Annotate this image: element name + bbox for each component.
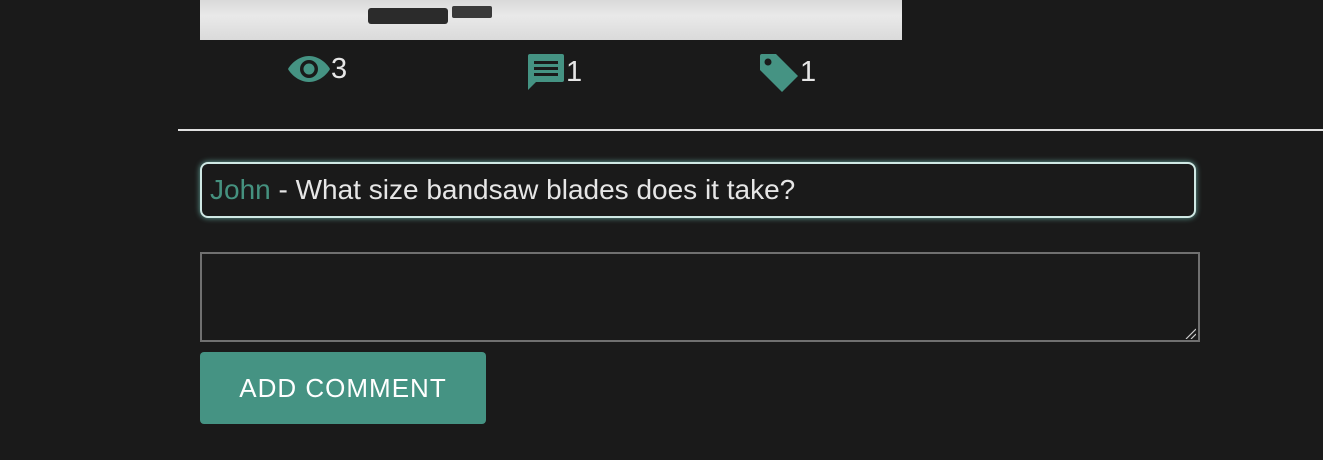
comments-count: 1 bbox=[566, 55, 583, 88]
tag-icon bbox=[758, 52, 800, 92]
tags-stat: 1 bbox=[758, 52, 816, 92]
comments-stat: 1 bbox=[524, 52, 582, 92]
comment-separator: - bbox=[270, 174, 296, 205]
comment-icon bbox=[524, 52, 566, 92]
post-stats: 3 1 1 bbox=[0, 52, 1323, 92]
divider bbox=[178, 129, 1323, 131]
views-stat: 3 bbox=[287, 52, 347, 86]
post-image bbox=[200, 0, 902, 40]
comment-author[interactable]: John bbox=[210, 174, 271, 206]
comment-text: What size bandsaw blades does it take? bbox=[295, 174, 796, 205]
eye-icon bbox=[287, 52, 331, 86]
comment-item: John - What size bandsaw blades does it … bbox=[200, 162, 1196, 218]
add-comment-button[interactable]: ADD COMMENT bbox=[200, 352, 486, 424]
resize-grip-icon[interactable] bbox=[1184, 326, 1197, 340]
comment-input[interactable] bbox=[200, 252, 1200, 342]
tags-count: 1 bbox=[800, 55, 817, 88]
views-count: 3 bbox=[331, 52, 348, 85]
